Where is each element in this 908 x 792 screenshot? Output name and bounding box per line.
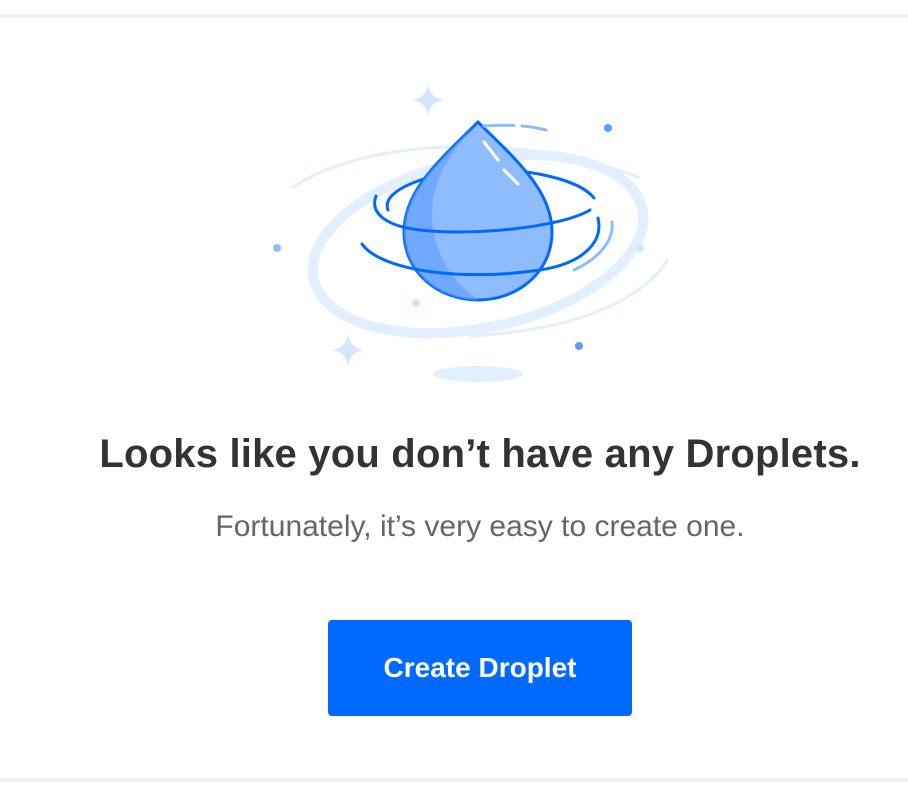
droplet-shadow [433, 366, 523, 382]
sparkle-star-top [412, 84, 444, 116]
sparkle-dot [604, 124, 612, 132]
sparkle-dot [412, 299, 420, 307]
sparkle-star-bottom [332, 334, 364, 366]
create-droplet-button[interactable]: Create Droplet [328, 620, 632, 716]
sparkle-dot [636, 244, 644, 252]
sparkle-dot [273, 244, 281, 252]
bottom-divider [0, 778, 908, 782]
empty-state-heading: Looks like you don’t have any Droplets. [99, 432, 861, 476]
water-droplet-icon [273, 84, 670, 382]
droplets-empty-state-panel: Looks like you don’t have any Droplets. … [0, 0, 908, 792]
empty-state-subtext: Fortunately, it’s very easy to create on… [215, 510, 745, 543]
orbit-dash-top [482, 123, 548, 132]
sparkle-dot [575, 342, 583, 350]
